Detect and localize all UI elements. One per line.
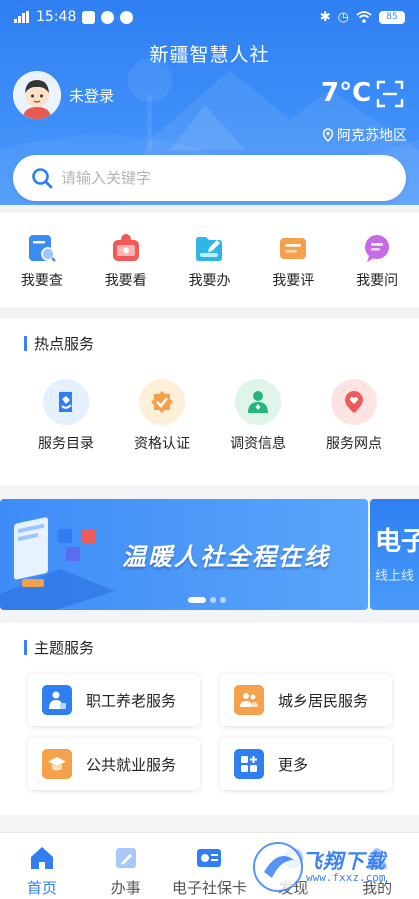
hot-service-salary-info[interactable]: 调资信息 [210,379,306,453]
residents-icon [240,693,258,707]
folder-edit-icon [196,237,223,261]
tab-home[interactable]: 首页 [0,833,84,899]
section-title: 热点服务 [24,333,94,354]
tab-social-security-card[interactable]: 电子社保卡 [168,833,252,899]
login-status-link[interactable]: 未登录 [69,85,114,106]
theme-service-label: 更多 [278,755,309,774]
battery-indicator: 85 [379,10,405,24]
card-icon [197,849,222,867]
hot-service-label: 服务目录 [38,436,94,452]
alarm-icon: ◷ [337,9,349,25]
hot-services-section: 热点服务 服务目录 资格认证 调资信息 服务网点 [0,319,419,485]
location-label: 阿克苏地区 [337,128,407,144]
status-bar: 15:48 ✱ ◷ 85 [0,0,419,34]
home-icon [30,847,53,869]
carousel-indicator [188,597,226,603]
avatar[interactable] [13,71,61,119]
scan-icon[interactable] [376,80,404,108]
hot-service-catalog[interactable]: 服务目录 [18,379,114,453]
tab-label: 办事 [110,879,141,897]
carousel-dot[interactable] [220,597,226,603]
certified-badge-icon [151,391,173,413]
quick-action-label: 我要评 [272,273,315,289]
hot-service-label: 调资信息 [230,436,286,452]
theme-service-label: 城乡居民服务 [278,691,369,710]
quick-action-view[interactable]: 我要看 [84,213,168,307]
status-time: 15:48 [36,9,77,25]
banner-next-subtitle: 线上线 [375,569,415,584]
temperature-display: 7°C [321,78,372,108]
bluetooth-icon: ✱ [319,9,331,25]
section-title: 主题服务 [24,637,94,658]
theme-service-employment[interactable]: 公共就业服务 [28,738,200,790]
promo-banner-next[interactable]: 电子 线上线 [370,499,419,610]
comment-icon [280,238,307,259]
quick-action-label: 我要查 [20,273,63,289]
hot-service-certification[interactable]: 资格认证 [114,379,210,453]
quick-action-query[interactable]: 我要查 [0,213,84,307]
quick-action-ask[interactable]: 我要问 [335,213,419,307]
chat-bubble-icon [365,235,390,262]
banner-illustration [0,517,115,610]
quick-action-rate[interactable]: 我要评 [251,213,335,307]
search-input[interactable] [61,169,361,187]
watermark-url: www.fxxz.com [306,871,386,884]
tab-affairs[interactable]: 办事 [84,833,168,899]
quick-action-label: 我要办 [188,273,231,289]
theme-service-label: 职工养老服务 [86,691,177,710]
quick-action-label: 我要问 [356,273,399,289]
hot-service-outlets[interactable]: 服务网点 [306,379,402,453]
location-selector[interactable]: 阿克苏地区 [322,125,407,145]
carousel-dot[interactable] [210,597,216,603]
catalog-icon [59,392,72,412]
banner-next-title: 电子 [375,527,419,557]
avatar-boy-icon [13,71,61,119]
tab-label: 首页 [26,879,57,897]
app-title: 新疆智慧人社 [149,44,270,66]
theme-service-label: 公共就业服务 [86,755,177,774]
quick-action-handle[interactable]: 我要办 [168,213,252,307]
wifi-icon [356,11,372,23]
theme-service-residents[interactable]: 城乡居民服务 [220,674,392,726]
person-info-icon [248,391,268,413]
edit-icon [115,848,136,868]
search-bar[interactable] [13,155,406,201]
hot-service-label: 资格认证 [134,436,190,452]
location-pin-icon [322,128,334,142]
quick-actions: 我要查 我要看 我要办 我要评 我要问 [0,213,419,307]
mail-notification-icon [82,10,96,24]
theme-service-pension[interactable]: 职工养老服务 [28,674,200,726]
graduation-icon [48,757,66,771]
hot-service-label: 服务网点 [326,436,382,452]
search-icon [32,168,53,189]
search-doc-icon [28,235,56,262]
tab-label: 电子社保卡 [171,879,247,897]
worker-icon [49,691,66,709]
theme-services-section: 主题服务 职工养老服务 城乡居民服务 公共就业服务 更多 [0,623,419,815]
banner-slogan: 温暖人社全程在线 [122,543,330,571]
grid-more-icon [241,756,257,772]
watermark-text: 飞翔下载 [302,849,386,873]
theme-service-more[interactable]: 更多 [220,738,392,790]
carousel-dot[interactable] [188,597,206,603]
monitor-icon [112,234,139,261]
signal-icon [14,11,29,23]
quick-action-label: 我要看 [104,273,147,289]
compass-notification-icon [101,10,115,24]
message-notification-icon [120,10,134,24]
map-pin-icon [345,391,363,413]
promo-banner[interactable]: 温暖人社全程在线 [0,499,368,610]
